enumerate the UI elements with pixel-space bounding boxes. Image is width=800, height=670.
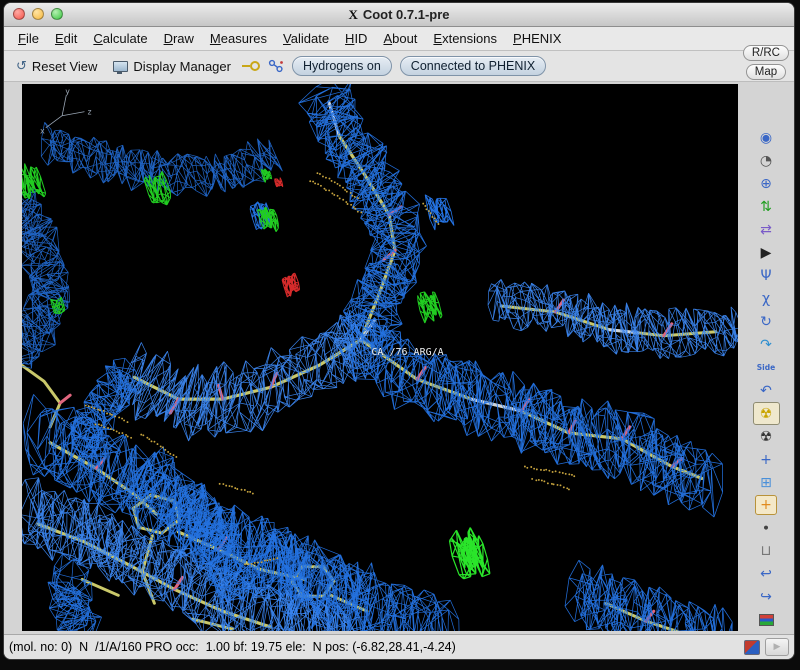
run-button[interactable]: ▶ [765,638,789,656]
phenix-connection-button[interactable]: Connected to PHENIX [399,56,547,76]
edit-chi-angles-icon[interactable]: χ [753,287,780,310]
delete-item-icon[interactable]: ⊔ [753,539,780,562]
add-terminal-residue-icon[interactable]: + [753,448,780,471]
main-toolbar: ↺ Reset View Display Manager Hydrogens o… [4,51,794,82]
left-gutter [4,82,22,634]
svg-text:z: z [87,108,92,117]
statusbar: (mol. no: 0) N /1/A/160 PRO occ: 1.00 bf… [4,634,794,659]
coot-window: X Coot 0.7.1-pre File Edit Calculate Dra… [3,2,795,660]
density-scene: z y x [22,84,738,631]
script-icon[interactable] [744,639,760,655]
menu-item-calculate[interactable]: Calculate [85,29,155,48]
main-area: zyx CA /76 ARG/A ◉ ◔ ⊕ ⇅ ⇄ ▶ Ψ χ ↻ ↷ Sid… [4,82,794,634]
real-space-refine-icon[interactable]: ◉ [753,126,780,149]
jed-flip-icon[interactable]: ↶ [753,379,780,402]
menu-item-extensions[interactable]: Extensions [425,29,505,48]
title-area: X Coot 0.7.1-pre [348,7,449,22]
gl-canvas[interactable]: zyx CA /76 ARG/A [22,84,738,631]
simple-mutate-icon[interactable]: ☢ [753,425,780,448]
flip-peptide-icon[interactable]: ↷ [753,333,780,356]
menu-item-edit[interactable]: Edit [47,29,85,48]
rigid-body-fit-icon[interactable]: ⇅ [753,195,780,218]
mutate-autofit-icon[interactable]: ☢ [752,402,780,425]
go-to-atom-icon[interactable] [268,59,284,74]
svg-text:x: x [40,127,45,136]
menu-item-hid[interactable]: HID [337,29,375,48]
minimize-button[interactable] [32,8,44,20]
menu-item-phenix[interactable]: PHENIX [505,29,569,48]
reset-view-icon: ↺ [16,58,27,74]
play-icon: ▶ [773,642,781,652]
close-button[interactable] [13,8,25,20]
map-button[interactable]: Map [745,64,787,80]
torsion-general-icon[interactable]: ↻ [753,310,780,333]
display-manager-icon [113,60,129,74]
map-control-pills: R/RC Map [742,45,789,80]
redo-icon[interactable]: ↪ [753,585,780,608]
run-refmac-icon[interactable] [753,608,780,631]
window-title: Coot 0.7.1-pre [362,7,450,22]
pointer-atom-icon[interactable]: ∙ [753,516,780,539]
display-manager-button[interactable]: Display Manager [109,57,235,76]
zoom-button[interactable] [51,8,63,20]
go-to-ligand-icon[interactable] [241,61,260,71]
reset-view-label: Reset View [31,58,98,74]
rotate-translate-icon[interactable]: ⇄ [753,218,780,241]
x11-icon: X [348,7,358,22]
menubar: File Edit Calculate Draw Measures Valida… [4,27,794,51]
hydrogens-toggle-button[interactable]: Hydrogens on [291,56,392,76]
model-toolbar: ◉ ◔ ⊕ ⇅ ⇄ ▶ Ψ χ ↻ ↷ Side ↶ ☢ ☢ + ⊞ + ∙ ⊔… [752,126,780,631]
auto-fit-rotamer-icon[interactable]: ▶ [753,241,780,264]
place-atom-icon[interactable]: + [755,495,777,515]
add-alt-conf-icon[interactable]: ⊞ [753,471,780,494]
side-chain-flip-icon[interactable]: Side [753,356,780,379]
reset-view-button[interactable]: ↺ Reset View [12,57,101,76]
statusbar-controls: ▶ [744,638,789,656]
display-manager-label: Display Manager [133,58,231,74]
menu-item-about[interactable]: About [375,29,425,48]
menu-item-file[interactable]: File [10,29,47,48]
window-controls [13,8,63,20]
fix-atoms-icon[interactable]: ⊕ [753,172,780,195]
model-toolbar-column: ◉ ◔ ⊕ ⇅ ⇄ ▶ Ψ χ ↻ ↷ Side ↶ ☢ ☢ + ⊞ + ∙ ⊔… [738,82,794,634]
rotamers-icon[interactable]: Ψ [753,264,780,287]
svg-text:y: y [65,87,70,96]
undo-icon[interactable]: ↩ [753,562,780,585]
menu-item-measures[interactable]: Measures [202,29,275,48]
regularize-zone-icon[interactable]: ◔ [753,149,780,172]
menu-item-validate[interactable]: Validate [275,29,337,48]
titlebar[interactable]: X Coot 0.7.1-pre [4,3,794,27]
menu-item-draw[interactable]: Draw [156,29,202,48]
rrc-button[interactable]: R/RC [742,45,789,61]
status-text: (mol. no: 0) N /1/A/160 PRO occ: 1.00 bf… [9,640,456,654]
